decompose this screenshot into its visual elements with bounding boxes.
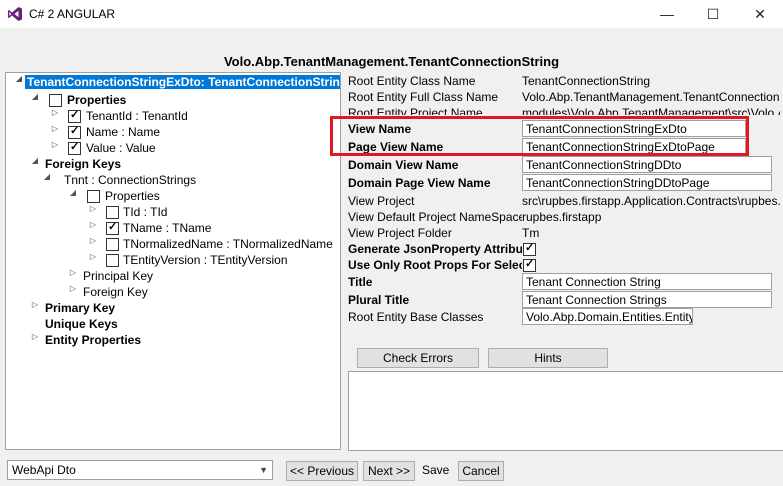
save-button[interactable]: Save bbox=[422, 460, 449, 480]
label-view-project: View Project bbox=[348, 194, 415, 208]
collapse-arrow-icon[interactable]: ▷ bbox=[88, 236, 98, 252]
output-type-select[interactable]: WebApi Dto ▼ bbox=[7, 460, 273, 480]
tree-node-sub-properties[interactable]: Properties bbox=[105, 188, 160, 204]
tree-node-tid[interactable]: TId : TId bbox=[123, 204, 167, 220]
name-checkbox[interactable] bbox=[68, 124, 81, 139]
tree-node-tname[interactable]: TName : TName bbox=[123, 220, 211, 236]
value-view-project: src\rupbes.firstapp.Application.Contract… bbox=[522, 194, 780, 208]
tnormalizedname-checkbox[interactable] bbox=[106, 238, 119, 251]
domain-page-view-name-field[interactable]: TenantConnectionStringDDtoPage bbox=[522, 174, 772, 191]
collapse-arrow-icon[interactable]: ▷ bbox=[50, 140, 60, 156]
collapse-arrow-icon[interactable]: ▷ bbox=[88, 204, 98, 220]
highlight-box bbox=[330, 116, 749, 156]
tree-node-tenantid[interactable]: TenantId : TenantId bbox=[86, 108, 188, 124]
value-view-project-folder: Tm bbox=[522, 226, 540, 240]
previous-button[interactable]: << Previous bbox=[286, 461, 358, 481]
collapse-arrow-icon[interactable]: ▷ bbox=[88, 252, 98, 268]
label-use-only-root-props: Use Only Root Props For Select bbox=[348, 258, 522, 272]
label-plural-title: Plural Title bbox=[348, 293, 410, 307]
label-root-entity-base-classes: Root Entity Base Classes bbox=[348, 310, 484, 324]
tree-node-unique-keys[interactable]: Unique Keys bbox=[45, 316, 118, 332]
entity-heading: Volo.Abp.TenantManagement.TenantConnecti… bbox=[223, 54, 560, 69]
tree-node-tnnt[interactable]: Tnnt : ConnectionStrings bbox=[64, 172, 196, 188]
tname-checkbox[interactable] bbox=[106, 220, 119, 235]
label-domain-view-name: Domain View Name bbox=[348, 158, 459, 172]
expand-arrow-icon[interactable]: ◢ bbox=[30, 156, 40, 172]
tree-node-value[interactable]: Value : Value bbox=[86, 140, 156, 156]
label-root-entity-full-class-name: Root Entity Full Class Name bbox=[348, 90, 499, 104]
tree-node-primary-key[interactable]: Primary Key bbox=[45, 300, 115, 316]
output-area[interactable] bbox=[348, 371, 783, 451]
domain-view-name-field[interactable]: TenantConnectionStringDDto bbox=[522, 156, 772, 173]
tree-node-principal-key[interactable]: Principal Key bbox=[83, 268, 153, 284]
title-field[interactable]: Tenant Connection String bbox=[522, 273, 772, 290]
label-root-entity-project-name: Root Entity Project Name bbox=[348, 106, 483, 115]
tree-node-name[interactable]: Name : Name bbox=[86, 124, 160, 140]
tree-node-foreign-keys[interactable]: Foreign Keys bbox=[45, 156, 121, 172]
plural-title-field[interactable]: Tenant Connection Strings bbox=[522, 291, 772, 308]
label-title: Title bbox=[348, 275, 373, 289]
sub-properties-checkbox[interactable] bbox=[87, 190, 100, 203]
chevron-down-icon: ▼ bbox=[259, 465, 268, 475]
entity-tree[interactable]: ◢ TenantConnectionStringExDto: TenantCon… bbox=[5, 72, 341, 450]
close-icon[interactable]: ✕ bbox=[737, 0, 783, 28]
tenantid-checkbox[interactable] bbox=[68, 108, 81, 123]
visual-studio-icon bbox=[8, 7, 22, 21]
generate-json-property-checkbox[interactable] bbox=[523, 241, 536, 256]
value-view-default-project-namespace: rupbes.firstapp bbox=[522, 210, 602, 224]
value-root-entity-full-class-name: Volo.Abp.TenantManagement.TenantConnecti… bbox=[522, 90, 780, 104]
collapse-arrow-icon[interactable]: ▷ bbox=[30, 332, 40, 348]
expand-arrow-icon[interactable]: ◢ bbox=[14, 74, 24, 90]
tree-node-entity-properties[interactable]: Entity Properties bbox=[45, 332, 141, 348]
expand-arrow-icon[interactable]: ◢ bbox=[30, 92, 40, 108]
use-only-root-props-checkbox[interactable] bbox=[523, 257, 536, 272]
label-root-entity-class-name: Root Entity Class Name bbox=[348, 74, 476, 88]
value-root-entity-class-name: TenantConnectionString bbox=[522, 74, 651, 88]
root-entity-base-classes-field[interactable]: Volo.Abp.Domain.Entities.Entity bbox=[522, 308, 693, 325]
next-button[interactable]: Next >> bbox=[363, 461, 415, 481]
check-errors-button[interactable]: Check Errors bbox=[357, 348, 479, 368]
label-generate-json-property: Generate JsonProperty Attribu bbox=[348, 242, 522, 256]
tree-node-foreign-key[interactable]: Foreign Key bbox=[83, 284, 148, 300]
expand-arrow-icon[interactable]: ◢ bbox=[68, 188, 78, 204]
label-domain-page-view-name: Domain Page View Name bbox=[348, 176, 491, 190]
properties-checkbox[interactable] bbox=[49, 94, 62, 107]
collapse-arrow-icon[interactable]: ▷ bbox=[50, 108, 60, 124]
tree-node-tentityversion[interactable]: TEntityVersion : TEntityVersion bbox=[123, 252, 288, 268]
value-checkbox[interactable] bbox=[68, 140, 81, 155]
collapse-arrow-icon[interactable]: ▷ bbox=[88, 220, 98, 236]
tentityversion-checkbox[interactable] bbox=[106, 254, 119, 267]
title-bar: C# 2 ANGULAR — ☐ ✕ bbox=[0, 0, 783, 28]
label-view-project-folder: View Project Folder bbox=[348, 226, 452, 240]
expand-arrow-icon[interactable]: ◢ bbox=[42, 172, 52, 188]
tree-node-tnormalizedname[interactable]: TNormalizedName : TNormalizedName bbox=[123, 236, 333, 252]
label-view-default-project-namespace: View Default Project NameSpace bbox=[348, 210, 522, 224]
tid-checkbox[interactable] bbox=[106, 206, 119, 219]
tree-node-properties[interactable]: Properties bbox=[67, 92, 126, 108]
collapse-arrow-icon[interactable]: ▷ bbox=[50, 124, 60, 140]
window-title: C# 2 ANGULAR bbox=[29, 7, 116, 21]
output-type-value: WebApi Dto bbox=[12, 463, 76, 477]
collapse-arrow-icon[interactable]: ▷ bbox=[68, 268, 78, 284]
collapse-arrow-icon[interactable]: ▷ bbox=[30, 300, 40, 316]
cancel-button[interactable]: Cancel bbox=[458, 461, 504, 481]
maximize-icon[interactable]: ☐ bbox=[690, 0, 736, 28]
hints-button[interactable]: Hints bbox=[488, 348, 608, 368]
collapse-arrow-icon[interactable]: ▷ bbox=[68, 284, 78, 300]
minimize-icon[interactable]: — bbox=[644, 0, 690, 28]
tree-root-node[interactable]: TenantConnectionStringExDto: TenantConne… bbox=[25, 75, 340, 89]
value-root-entity-project-name: modules\Volo.Abp.TenantManagement\src\Vo… bbox=[522, 106, 780, 115]
